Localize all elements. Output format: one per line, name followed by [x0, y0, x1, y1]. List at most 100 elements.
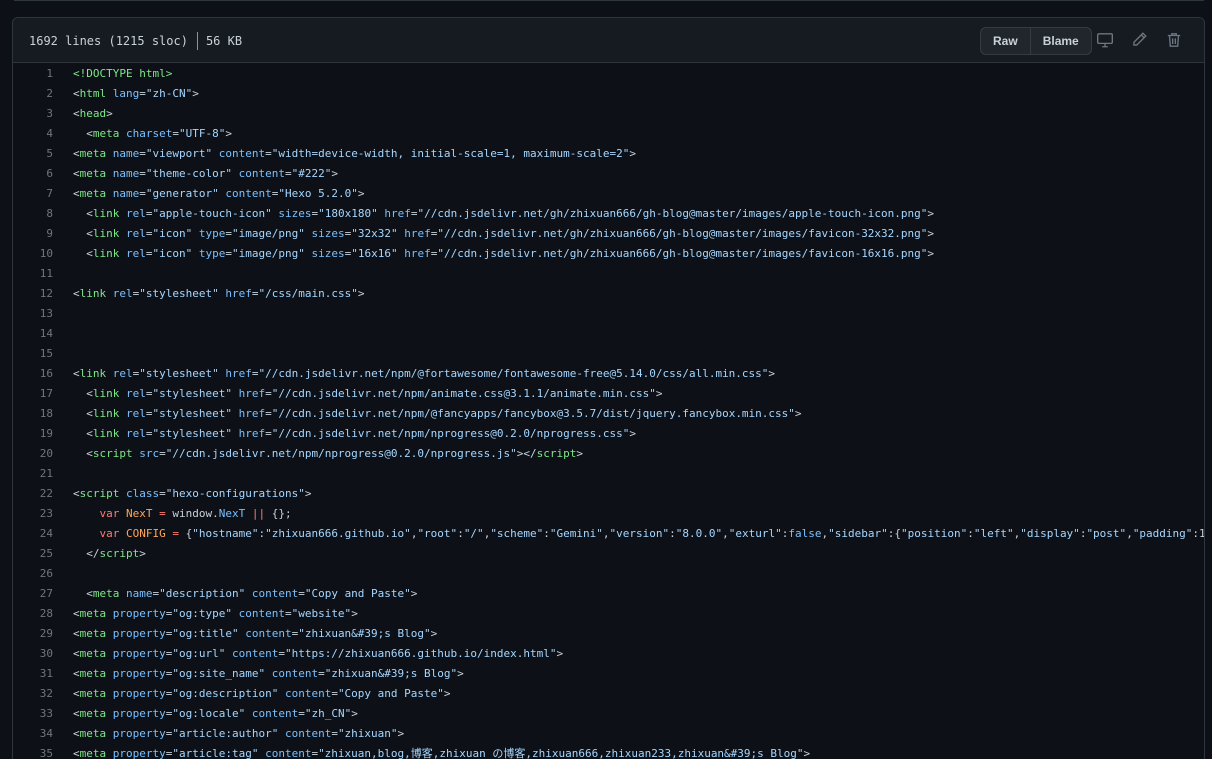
line-number[interactable]: 22: [13, 484, 53, 504]
code-token: href: [238, 387, 266, 400]
line-number[interactable]: 29: [13, 624, 53, 644]
code-token: <: [73, 687, 80, 700]
line-number[interactable]: 5: [13, 144, 53, 164]
code-token: content: [271, 667, 319, 680]
code-token: <!DOCTYPE html>: [73, 67, 173, 80]
code-token: rel: [126, 207, 146, 220]
code-token: "generator": [145, 187, 219, 200]
line-number[interactable]: 6: [13, 164, 53, 184]
code-token: :: [457, 527, 464, 540]
desktop-icon[interactable]: [1096, 31, 1114, 49]
line-number[interactable]: 13: [13, 304, 53, 324]
code-token: "og:title": [172, 627, 239, 640]
line-number[interactable]: 16: [13, 364, 53, 384]
raw-button[interactable]: Raw: [981, 28, 1030, 54]
code-token: content: [225, 187, 272, 200]
line-number[interactable]: 24: [13, 524, 53, 544]
code-token: "zhixuan,blog,博客,zhixuan の博客,zhixuan666,…: [318, 747, 804, 759]
line-number[interactable]: 28: [13, 604, 53, 624]
line-count: 1692 lines (1215 sloc): [29, 34, 188, 48]
code-token: =: [298, 587, 305, 600]
line-number[interactable]: 30: [13, 644, 53, 664]
code-token: "theme-color": [145, 167, 232, 180]
file-info: 1692 lines (1215 sloc) 56 KB: [29, 32, 242, 50]
code-token: =: [284, 607, 292, 620]
code-token: "Gemini": [549, 527, 603, 540]
line-number[interactable]: 33: [13, 704, 53, 724]
line-content: var NexT = window.NexT || {};: [73, 504, 292, 524]
line-number[interactable]: 20: [13, 444, 53, 464]
line-number[interactable]: 26: [13, 564, 53, 584]
line-number[interactable]: 12: [13, 284, 53, 304]
line-number[interactable]: 10: [13, 244, 53, 264]
line-number[interactable]: 3: [13, 104, 53, 124]
code-token: >: [556, 647, 564, 660]
code-token: "stylesheet": [139, 287, 219, 300]
line-number[interactable]: 18: [13, 404, 53, 424]
blame-button[interactable]: Blame: [1029, 28, 1091, 54]
line-number[interactable]: 31: [13, 664, 53, 684]
code-token: >: [629, 427, 636, 440]
code-token: "https://zhixuan666.github.io/index.html…: [284, 647, 557, 660]
code-token: <: [73, 667, 80, 680]
line-number[interactable]: 1: [13, 64, 53, 84]
code-token: >: [397, 727, 405, 740]
line-number[interactable]: 35: [13, 744, 53, 759]
line-number[interactable]: 9: [13, 224, 53, 244]
code-token: >: [576, 447, 583, 460]
line-content: <html lang="zh-CN">: [73, 84, 199, 104]
code-token: rel: [126, 227, 146, 240]
code-token: "zh_CN": [304, 707, 352, 720]
code-token: >: [192, 87, 199, 100]
line-number[interactable]: 32: [13, 684, 53, 704]
code-token: href: [384, 207, 411, 220]
code-token: =: [139, 147, 146, 160]
line-number[interactable]: 11: [13, 264, 53, 284]
code-token: =: [298, 707, 305, 720]
line-number[interactable]: 25: [13, 544, 53, 564]
line-number[interactable]: 27: [13, 584, 53, 604]
line-number[interactable]: 4: [13, 124, 53, 144]
line-content: <link rel="stylesheet" href="//cdn.jsdel…: [73, 424, 636, 444]
line-number[interactable]: 15: [13, 344, 53, 364]
code-token: <: [73, 727, 80, 740]
code-token: =: [172, 127, 179, 140]
pencil-icon[interactable]: [1130, 31, 1148, 49]
code-token: "#222": [291, 167, 332, 180]
line-number[interactable]: 14: [13, 324, 53, 344]
code-token: class: [126, 487, 160, 500]
code-line: 29 <meta property="og:title" content="zhi…: [13, 624, 1204, 644]
code-token: "zh-CN": [145, 87, 193, 100]
line-number[interactable]: 17: [13, 384, 53, 404]
code-token: rel: [126, 387, 146, 400]
code-listing[interactable]: 1 <!DOCTYPE html> 2 <html lang="zh-CN"> 3 <he…: [13, 63, 1204, 759]
code-token: name: [112, 187, 140, 200]
code-token: rel: [126, 407, 146, 420]
line-number[interactable]: 23: [13, 504, 53, 524]
code-token: >: [225, 127, 232, 140]
code-token: =: [278, 647, 285, 660]
code-token: "hostname": [192, 527, 259, 540]
line-number[interactable]: 7: [13, 184, 53, 204]
code-token: >: [794, 407, 802, 420]
line-number[interactable]: 34: [13, 724, 53, 744]
line-number[interactable]: 8: [13, 204, 53, 224]
code-token: property: [112, 707, 166, 720]
code-token: "zhixuan": [337, 727, 398, 740]
line-number[interactable]: 2: [13, 84, 53, 104]
line-number[interactable]: 21: [13, 464, 53, 484]
trash-icon[interactable]: [1165, 31, 1183, 49]
code-token: >: [331, 167, 338, 180]
line-number[interactable]: 19: [13, 424, 53, 444]
